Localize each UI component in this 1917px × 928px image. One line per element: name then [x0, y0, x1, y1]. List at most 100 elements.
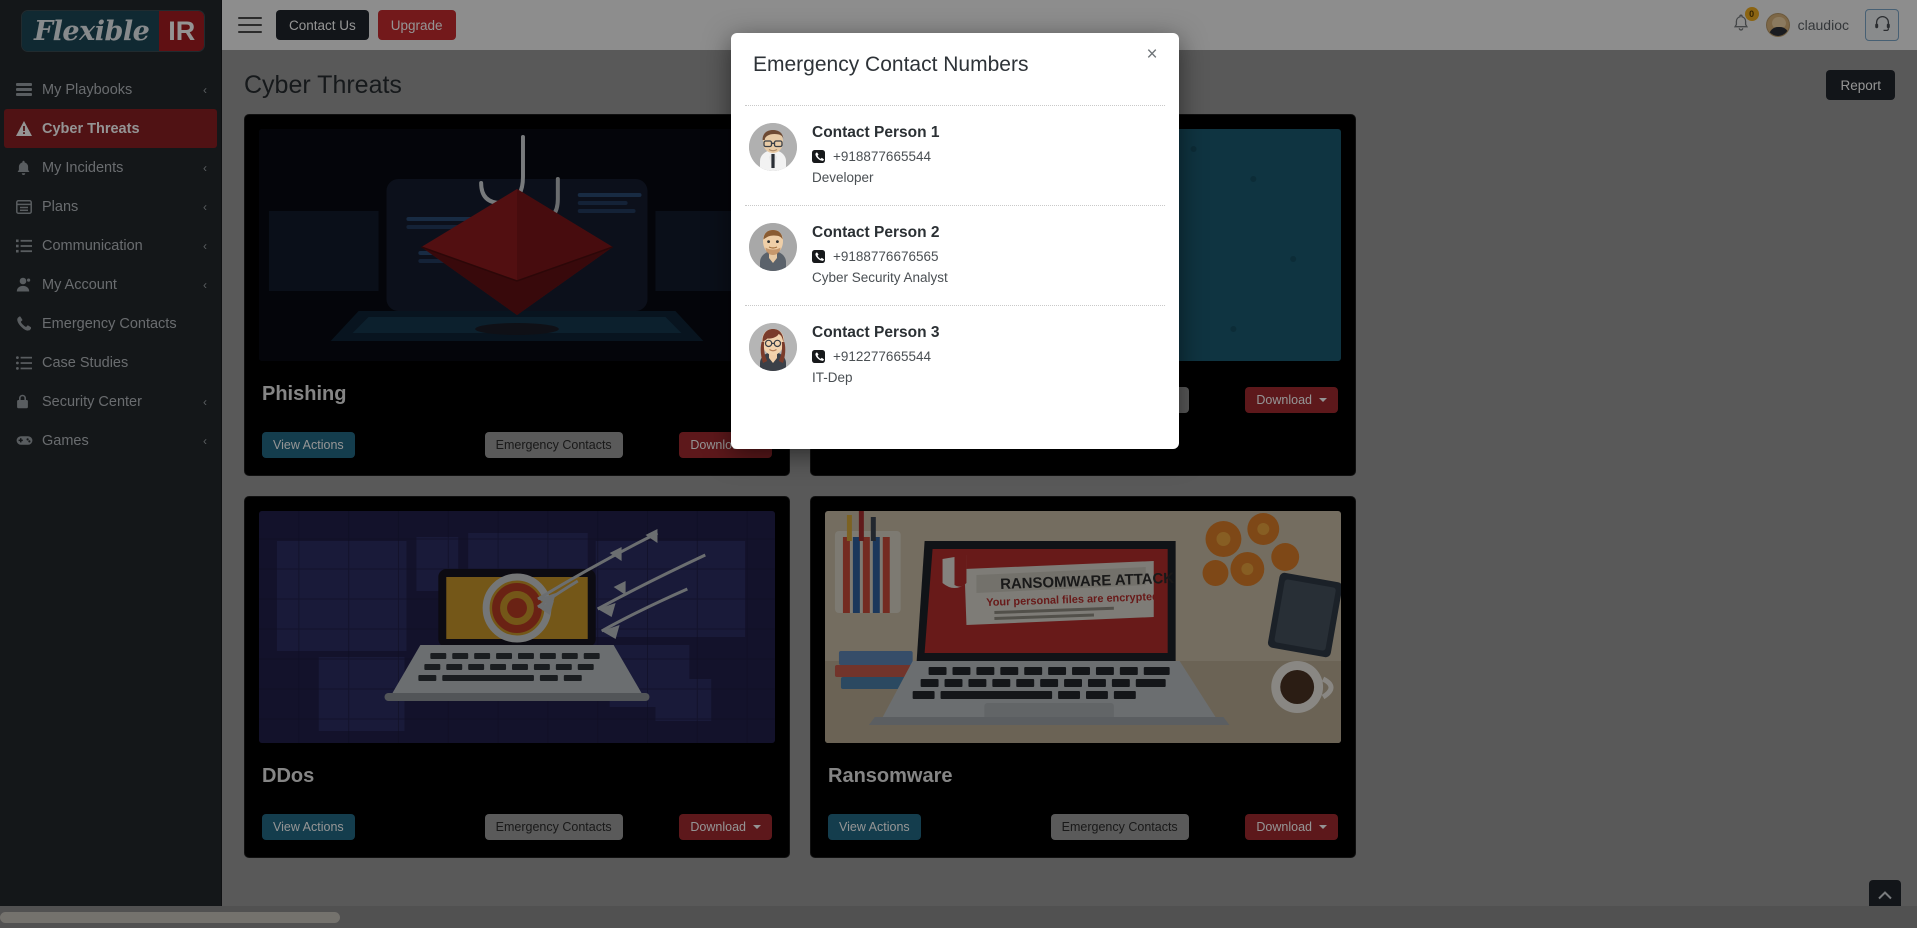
contact-name: Contact Person 1 [812, 124, 940, 141]
chevron-left-icon: ‹ [203, 394, 207, 409]
contact-phone-number: +912277665544 [833, 349, 931, 364]
chevron-left-icon: ‹ [203, 82, 207, 97]
horizontal-scrollbar[interactable] [0, 906, 1917, 928]
chevron-up-icon [1878, 887, 1892, 905]
sidebar-nav: My Playbooks ‹ Cyber Threats My Incident… [0, 70, 221, 460]
plan-icon [16, 199, 42, 214]
contact-phone: +9188776676565 [812, 249, 1161, 264]
ransomware-laptop-photo: RANSOMWARE ATTACK Your personal files ar… [825, 511, 1341, 743]
threat-card-ransomware: RANSOMWARE ATTACK Your personal files ar… [810, 496, 1356, 858]
topbar-right-group: 0 claudioc [1732, 7, 1899, 41]
sidebar-item-case-studies[interactable]: Case Studies [0, 343, 221, 382]
emergency-contacts-button[interactable]: Emergency Contacts [484, 432, 623, 458]
chevron-left-icon: ‹ [203, 433, 207, 448]
app-logo[interactable]: Flexible IR [0, 0, 221, 62]
chevron-down-icon [1319, 825, 1327, 829]
chevron-down-icon [1319, 398, 1327, 402]
close-icon[interactable]: × [1139, 41, 1165, 67]
sidebar-item-label: Cyber Threats [42, 120, 140, 137]
user-name-label: claudioc [1797, 17, 1849, 33]
download-button[interactable]: Download [679, 814, 772, 840]
playbook-icon [16, 82, 42, 98]
sidebar-item-label: Case Studies [42, 354, 129, 371]
chevron-left-icon: ‹ [203, 238, 207, 253]
card-actions: View Actions Emergency Contacts Download [259, 432, 775, 461]
threat-card-phishing: Phishing View Actions Emergency Contacts… [244, 114, 790, 476]
sidebar-item-emergency-contacts[interactable]: Emergency Contacts [0, 304, 221, 343]
contact-info: Contact Person 3 +912277665544 IT-Dep [812, 323, 1161, 385]
ddos-world-map-laptop-illustration [259, 511, 775, 743]
sidebar-item-my-account[interactable]: My Account ‹ [0, 265, 221, 304]
sidebar-item-my-incidents[interactable]: My Incidents ‹ [0, 148, 221, 187]
notification-count-badge: 0 [1744, 7, 1759, 21]
download-button[interactable]: Download [1245, 387, 1338, 413]
download-label: Download [1256, 820, 1312, 834]
sidebar-item-label: Plans [42, 198, 79, 215]
notifications-button[interactable]: 0 [1732, 7, 1759, 37]
sidebar-item-my-playbooks[interactable]: My Playbooks ‹ [0, 70, 221, 109]
list-item[interactable]: Contact Person 1 +918877665544 Developer [745, 105, 1165, 205]
sidebar-item-communication[interactable]: Communication ‹ [0, 226, 221, 265]
logo-right-label: IR [168, 15, 196, 46]
card-actions: View Actions Emergency Contacts Download [259, 814, 775, 843]
contact-name: Contact Person 2 [812, 224, 940, 241]
contact-info: Contact Person 2 +9188776676565 Cyber Se… [812, 223, 1161, 285]
contact-us-button[interactable]: Contact Us [276, 10, 369, 40]
phishing-hook-envelope-illustration [259, 129, 775, 361]
bell-icon [16, 160, 42, 176]
report-button[interactable]: Report [1826, 70, 1895, 100]
checklist-icon [16, 355, 42, 370]
contact-role: Cyber Security Analyst [812, 270, 948, 285]
warning-icon [16, 121, 42, 136]
logo-ir-text: IR [159, 11, 205, 51]
view-actions-button[interactable]: View Actions [828, 814, 921, 840]
hamburger-icon[interactable] [238, 15, 262, 35]
contact-phone: +918877665544 [812, 149, 1161, 164]
view-actions-button[interactable]: View Actions [262, 432, 355, 458]
avatar [1765, 13, 1790, 37]
download-button[interactable]: Download [1245, 814, 1338, 840]
support-headset-button[interactable] [1865, 9, 1899, 41]
phone-icon [812, 250, 825, 263]
sidebar-item-plans[interactable]: Plans ‹ [0, 187, 221, 226]
page-title: Cyber Threats [244, 70, 402, 99]
sidebar-item-label: My Incidents [42, 159, 124, 176]
view-actions-button[interactable]: View Actions [262, 814, 355, 840]
application-root: Flexible IR My Playbooks ‹ Cyber Threats [0, 0, 1917, 928]
sidebar-item-cyber-threats[interactable]: Cyber Threats [4, 109, 217, 148]
woman-with-glasses-avatar [749, 323, 797, 371]
chevron-left-icon: ‹ [203, 199, 207, 214]
download-label: Download [690, 820, 746, 834]
card-title: Ransomware [828, 765, 953, 787]
card-actions: View Actions Emergency Contacts Download [825, 814, 1341, 843]
sidebar-item-games[interactable]: Games ‹ [0, 421, 221, 460]
scrollbar-thumb[interactable] [0, 912, 340, 923]
card-title: DDos [262, 765, 315, 787]
phone-icon [16, 316, 42, 331]
lock-icon [16, 394, 42, 409]
sidebar-item-label: Security Center [42, 393, 142, 410]
user-menu[interactable]: claudioc [1765, 13, 1849, 37]
phone-icon [812, 350, 825, 363]
sidebar-item-security-center[interactable]: Security Center ‹ [0, 382, 221, 421]
logo-left-label: Flexible [34, 15, 150, 47]
man-with-beard-avatar [749, 223, 797, 271]
list-item[interactable]: Contact Person 3 +912277665544 IT-Dep [745, 305, 1165, 405]
contact-phone-number: +9188776676565 [833, 249, 939, 264]
emergency-contacts-button[interactable]: Emergency Contacts [1050, 814, 1189, 840]
download-label: Download [1256, 393, 1312, 407]
chevron-left-icon: ‹ [203, 160, 207, 175]
sidebar-item-label: My Playbooks [42, 81, 133, 98]
upgrade-button[interactable]: Upgrade [377, 10, 456, 40]
chevron-down-icon [753, 825, 761, 829]
emergency-contacts-button[interactable]: Emergency Contacts [484, 814, 623, 840]
sidebar-item-label: Emergency Contacts [42, 315, 177, 332]
sidebar-item-label: My Account [42, 276, 117, 293]
threat-card-ddos: DDos View Actions Emergency Contacts Dow… [244, 496, 790, 858]
card-title: Phishing [262, 383, 347, 405]
contact-phone: +912277665544 [812, 349, 1161, 364]
gamepad-icon [16, 435, 42, 446]
modal-header: Emergency Contact Numbers × [731, 33, 1179, 105]
contact-info: Contact Person 1 +918877665544 Developer [812, 123, 1161, 185]
list-item[interactable]: Contact Person 2 +9188776676565 Cyber Se… [745, 205, 1165, 305]
